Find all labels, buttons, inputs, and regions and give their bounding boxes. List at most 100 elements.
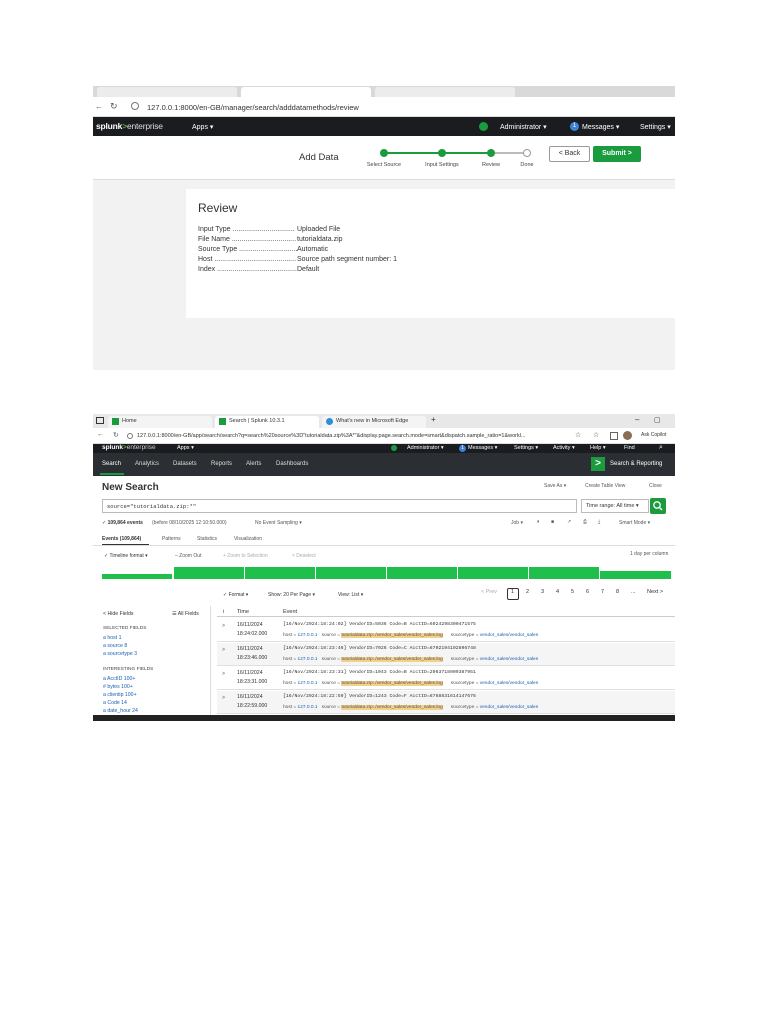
field-source[interactable]: a source 8 (103, 643, 127, 649)
format-menu[interactable]: ✓ Format ▾ (223, 592, 248, 598)
health-ok-icon[interactable] (479, 122, 488, 131)
meta-source-value[interactable]: tutorialdata.zip:./vendor_sales/vendor_s… (341, 705, 443, 710)
field-host[interactable]: a host 1 (103, 635, 121, 641)
deselect-button[interactable]: × Deselect (292, 553, 316, 559)
app-nav-dashboards[interactable]: Dashboards (276, 461, 308, 467)
field-sourcetype[interactable]: a sourcetype 3 (103, 651, 137, 657)
expand-chevron-icon[interactable]: > (222, 623, 225, 629)
search-input[interactable]: source="tutorialdata.zip:*" (102, 499, 577, 513)
page-link-5[interactable]: 5 (571, 589, 574, 595)
app-nav-analytics[interactable]: Analytics (135, 461, 159, 467)
timeline-bar[interactable] (316, 567, 386, 579)
timeline-bar[interactable] (245, 567, 315, 579)
meta-sourcetype-value[interactable]: vendor_sales/vendor_sales (480, 657, 538, 662)
timeline-bar[interactable] (458, 567, 528, 579)
field-date-hour[interactable]: a date_hour 24 (103, 708, 138, 714)
save-as-menu[interactable]: Save As ▾ (544, 483, 566, 489)
expand-chevron-icon[interactable]: > (222, 695, 225, 701)
apps-menu[interactable]: Apps ▾ (177, 445, 194, 451)
browser-tab-edge[interactable]: What's new in Microsoft Edge (322, 416, 426, 428)
print-icon[interactable]: ⎙ (583, 519, 587, 525)
browser-tab-search[interactable]: Search | Splunk 10.3.1 (215, 416, 319, 428)
app-nav-alerts[interactable]: Alerts (246, 461, 261, 467)
back-arrow-icon[interactable]: ← (97, 431, 104, 438)
browser-tab[interactable] (97, 87, 237, 97)
field-code[interactable]: a Code 14 (103, 700, 127, 706)
submit-button[interactable]: Submit > (593, 146, 641, 162)
table-row[interactable]: > 16/11/2024 18:23:31.000 [16/Nov/2024:1… (217, 667, 675, 690)
page-link-2[interactable]: 2 (526, 589, 529, 595)
messages-menu[interactable]: Messages ▾ (468, 445, 497, 451)
messages-menu[interactable]: Messages ▾ (582, 123, 619, 131)
url-text[interactable]: 127.0.0.1:8000/en-GB/app/search/search?q… (137, 433, 573, 439)
page-link-6[interactable]: 6 (586, 589, 589, 595)
page-link-4[interactable]: 4 (556, 589, 559, 595)
tab-events[interactable]: Events (109,864) (102, 536, 141, 542)
hide-fields-link[interactable]: < Hide Fields (103, 611, 133, 617)
page-link-8[interactable]: 8 (616, 589, 619, 595)
field-bytes[interactable]: # bytes 100+ (103, 684, 133, 690)
ask-copilot-button[interactable]: Ask Copilot (641, 432, 666, 438)
app-nav-reports[interactable]: Reports (211, 461, 232, 467)
expand-chevron-icon[interactable]: > (222, 647, 225, 653)
app-nav-search[interactable]: Search (102, 461, 121, 467)
timeline-bar[interactable] (387, 567, 457, 579)
apps-menu[interactable]: Apps ▾ (192, 123, 213, 131)
stop-icon[interactable]: ■ (551, 519, 554, 525)
create-table-view-button[interactable]: Create Table View (585, 483, 625, 489)
site-info-icon[interactable] (127, 433, 133, 439)
timeline-bar[interactable] (600, 571, 671, 579)
zoom-out-button[interactable]: – Zoom Out (175, 553, 201, 559)
minimize-icon[interactable]: – (635, 415, 639, 424)
search-mode-menu[interactable]: Smart Mode ▾ (619, 520, 650, 526)
expand-chevron-icon[interactable]: > (222, 671, 225, 677)
meta-sourcetype-value[interactable]: vendor_sales/vendor_sales (480, 705, 538, 710)
app-nav-datasets[interactable]: Datasets (173, 461, 197, 467)
view-menu[interactable]: View: List ▾ (338, 592, 363, 598)
activity-menu[interactable]: Activity ▾ (553, 445, 575, 451)
page-link-1[interactable]: 1 (511, 589, 514, 595)
back-button[interactable]: < Back (549, 146, 590, 162)
meta-host-value[interactable]: 127.0.0.1 (298, 633, 318, 638)
meta-host-value[interactable]: 127.0.0.1 (298, 657, 318, 662)
help-menu[interactable]: Help ▾ (590, 445, 606, 451)
share-icon[interactable]: ↗ (567, 519, 571, 525)
tab-statistics[interactable]: Statistics (197, 536, 217, 542)
administrator-menu[interactable]: Administrator ▾ (407, 445, 444, 451)
timeline-bar[interactable] (174, 567, 244, 579)
table-row[interactable]: > 16/11/2024 18:24:02.000 [16/Nov/2024:1… (217, 619, 675, 642)
favorites-icon[interactable]: ☆ (593, 431, 599, 439)
timeline-bar[interactable] (529, 567, 599, 579)
collections-icon[interactable] (610, 432, 618, 440)
next-page-link[interactable]: Next > (647, 589, 663, 595)
page-link-3[interactable]: 3 (541, 589, 544, 595)
splunk-logo[interactable]: splunk>enterprise (96, 121, 163, 131)
per-page-menu[interactable]: Show: 20 Per Page ▾ (268, 592, 315, 598)
timeline-format-menu[interactable]: ✓ Timeline format ▾ (104, 553, 148, 559)
column-time[interactable]: Time (237, 609, 249, 615)
new-tab-icon[interactable]: + (431, 415, 436, 424)
export-icon[interactable]: ⤓ (598, 519, 600, 525)
field-clientip[interactable]: a clientip 100+ (103, 692, 137, 698)
tab-patterns[interactable]: Patterns (162, 536, 181, 542)
splunk-logo[interactable]: splunk>enterprise (102, 444, 156, 451)
field-acctid[interactable]: a AcctID 100+ (103, 676, 135, 682)
restore-icon[interactable]: ▢ (654, 416, 661, 424)
close-button[interactable]: Close (649, 483, 662, 489)
administrator-menu[interactable]: Administrator ▾ (500, 123, 547, 131)
table-row[interactable]: > 16/11/2024 18:22:59.000 [16/Nov/2024:1… (217, 691, 675, 714)
job-menu[interactable]: Job ▾ (511, 520, 523, 526)
meta-sourcetype-value[interactable]: vendor_sales/vendor_sales (480, 633, 538, 638)
browser-tab-active[interactable] (241, 87, 371, 97)
reload-icon[interactable]: ↻ (110, 101, 118, 112)
back-arrow-icon[interactable]: ← (95, 102, 103, 111)
all-fields-link[interactable]: ☰ All Fields (172, 611, 199, 617)
search-icon[interactable]: ⌕ (659, 444, 663, 452)
meta-host-value[interactable]: 127.0.0.1 (298, 705, 318, 710)
profile-avatar[interactable] (623, 431, 632, 440)
pause-icon[interactable]: ⏸ (537, 519, 540, 525)
favorite-star-icon[interactable]: ☆ (575, 431, 581, 439)
prev-page-link[interactable]: < Prev (481, 589, 497, 595)
zoom-to-selection-button[interactable]: + Zoom to Selection (223, 553, 268, 559)
settings-menu[interactable]: Settings ▾ (514, 445, 538, 451)
